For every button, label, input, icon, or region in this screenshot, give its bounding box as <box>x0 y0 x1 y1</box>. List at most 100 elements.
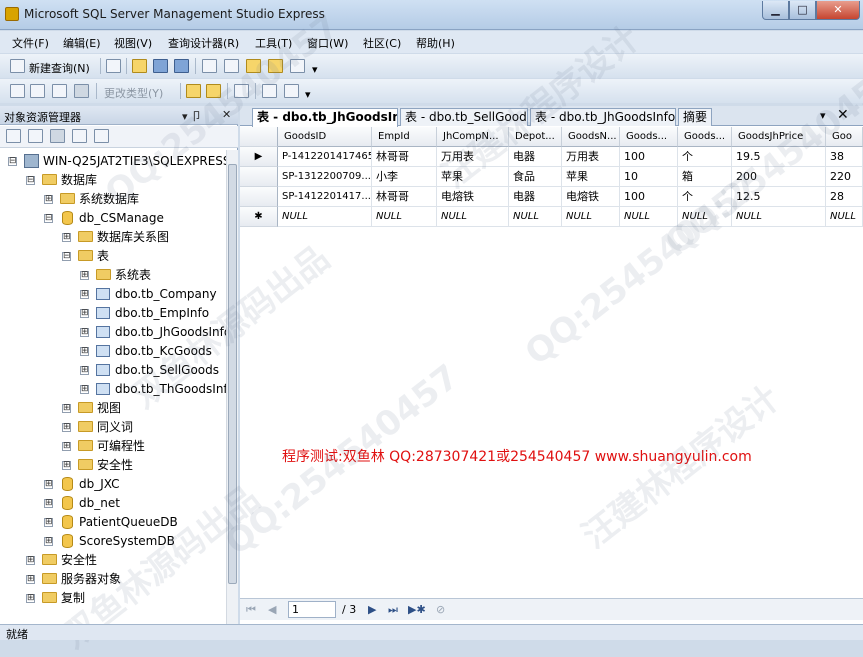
collapse-icon[interactable]: ⊟ <box>44 214 53 223</box>
row-header[interactable] <box>240 187 278 207</box>
save-all-icon[interactable] <box>174 59 189 73</box>
menu-window[interactable]: 窗口(W) <box>307 35 348 51</box>
solution-explorer-icon[interactable] <box>268 59 283 73</box>
grid-cell[interactable]: NULL <box>509 207 562 227</box>
tab-jhgoodsinfo[interactable]: 表 - dbo.tb_JhGoodsInfo <box>252 108 398 127</box>
grid-cell[interactable]: NULL <box>826 207 863 227</box>
grid-cell[interactable]: 电熔铁 <box>562 187 620 207</box>
add-derived-table-icon[interactable] <box>284 84 299 98</box>
grid-cell[interactable]: 100 <box>620 187 678 207</box>
current-record-input[interactable]: 1 <box>288 601 336 618</box>
show-results-icon[interactable] <box>74 84 89 98</box>
grid-cell[interactable]: 苹果 <box>437 167 509 187</box>
tab-summary[interactable]: 摘要 <box>678 108 712 126</box>
expand-icon[interactable]: ⊞ <box>62 461 71 470</box>
grid-cell[interactable]: 箱 <box>678 167 732 187</box>
panel-pin-icon[interactable]: ▾ 卩 <box>182 108 202 124</box>
column-header[interactable]: Depot... <box>509 127 562 147</box>
expand-icon[interactable]: ⊞ <box>44 537 53 546</box>
grid-cell[interactable]: NULL <box>620 207 678 227</box>
column-header[interactable]: GoodsJhPrice <box>732 127 826 147</box>
toolbar-overflow-icon[interactable]: ▾ <box>312 63 318 76</box>
new-record-icon[interactable]: ▶✱ <box>408 603 426 616</box>
registered-servers-icon[interactable] <box>202 59 217 73</box>
new-query-button[interactable]: 新建查询(N) <box>29 60 90 76</box>
verify-sql-icon[interactable] <box>206 84 221 98</box>
grid-cell[interactable]: 电熔铁 <box>437 187 509 207</box>
grid-cell[interactable]: 10 <box>620 167 678 187</box>
menu-view[interactable]: 视图(V) <box>114 35 152 51</box>
menu-community[interactable]: 社区(C) <box>363 35 401 51</box>
expand-icon[interactable]: ⊞ <box>26 556 35 565</box>
expand-icon[interactable]: ⊞ <box>44 480 53 489</box>
grid-cell[interactable]: P-14122014174653 <box>278 147 372 167</box>
column-header[interactable]: GoodsID <box>278 127 372 147</box>
expand-icon[interactable]: ⊞ <box>80 271 89 280</box>
expand-icon[interactable]: ⊞ <box>44 499 53 508</box>
execute-sql-icon[interactable] <box>186 84 201 98</box>
new-file-icon[interactable] <box>106 59 121 73</box>
toolbar-overflow-icon[interactable]: ▾ <box>305 88 311 101</box>
first-record-icon[interactable]: ⏮ <box>246 603 256 617</box>
row-header[interactable] <box>240 167 278 187</box>
grid-cell[interactable]: 食品 <box>509 167 562 187</box>
grid-cell[interactable]: NULL <box>278 207 372 227</box>
new-row-icon[interactable]: ✱ <box>240 207 278 227</box>
show-criteria-icon[interactable] <box>30 84 45 98</box>
object-explorer-icon[interactable] <box>224 59 239 73</box>
menu-file[interactable]: 文件(F) <box>12 35 49 51</box>
expand-icon[interactable]: ⊞ <box>26 594 35 603</box>
connect-icon[interactable] <box>6 129 21 143</box>
expand-icon[interactable]: ⊞ <box>62 423 71 432</box>
grid-cell[interactable]: NULL <box>678 207 732 227</box>
grid-cell[interactable]: NULL <box>372 207 437 227</box>
grid-cell[interactable]: 林哥哥 <box>372 147 437 167</box>
open-folder-icon[interactable] <box>132 59 147 73</box>
disconnect-icon[interactable] <box>28 129 43 143</box>
expand-icon[interactable]: ⊞ <box>80 309 89 318</box>
grid-cell[interactable]: 19.5 <box>732 147 826 167</box>
expand-icon[interactable]: ⊞ <box>80 328 89 337</box>
previous-record-icon[interactable]: ◀ <box>268 603 276 616</box>
menu-query-designer[interactable]: 查询设计器(R) <box>168 35 239 51</box>
scrollbar-thumb[interactable] <box>228 164 237 584</box>
show-sql-icon[interactable] <box>52 84 67 98</box>
maximize-button[interactable]: □ <box>789 1 816 20</box>
menu-help[interactable]: 帮助(H) <box>416 35 455 51</box>
refresh-icon[interactable] <box>72 129 87 143</box>
grid-cell[interactable]: 万用表 <box>437 147 509 167</box>
grid-cell[interactable]: SP-1312200709... <box>278 167 372 187</box>
grid-cell[interactable]: 28 <box>826 187 863 207</box>
expand-icon[interactable]: ⊞ <box>62 404 71 413</box>
group-by-icon[interactable] <box>234 84 249 98</box>
grid-cell[interactable]: 电器 <box>509 187 562 207</box>
grid-cell[interactable]: 200 <box>732 167 826 187</box>
grid-cell[interactable]: 万用表 <box>562 147 620 167</box>
grid-cell[interactable]: NULL <box>437 207 509 227</box>
next-record-icon[interactable]: ▶ <box>368 603 376 616</box>
grid-cell[interactable]: 个 <box>678 147 732 167</box>
column-header[interactable]: GoodsN... <box>562 127 620 147</box>
grid-cell[interactable]: 苹果 <box>562 167 620 187</box>
grid-cell[interactable]: 电器 <box>509 147 562 167</box>
properties-icon[interactable] <box>290 59 305 73</box>
collapse-icon[interactable]: ⊟ <box>62 252 71 261</box>
tree-scrollbar[interactable] <box>226 150 238 624</box>
menu-tools[interactable]: 工具(T) <box>255 35 292 51</box>
stop-icon[interactable] <box>50 129 65 143</box>
expand-icon[interactable]: ⊞ <box>44 195 53 204</box>
grid-cell[interactable]: 220 <box>826 167 863 187</box>
grid-cell[interactable]: 38 <box>826 147 863 167</box>
close-button[interactable]: ✕ <box>816 1 860 20</box>
template-explorer-icon[interactable] <box>246 59 261 73</box>
expand-icon[interactable]: ⊞ <box>44 518 53 527</box>
current-row-icon[interactable]: ▶ <box>240 147 278 167</box>
last-record-icon[interactable]: ⏭ <box>388 603 398 617</box>
grid-cell[interactable]: 小李 <box>372 167 437 187</box>
show-diagram-icon[interactable] <box>10 84 25 98</box>
expand-icon[interactable]: ⊞ <box>80 385 89 394</box>
minimize-button[interactable]: ▁ <box>762 1 789 20</box>
panel-close-icon[interactable]: ✕ <box>222 108 231 121</box>
expand-icon[interactable]: ⊞ <box>80 347 89 356</box>
expand-icon[interactable]: ⊞ <box>80 366 89 375</box>
